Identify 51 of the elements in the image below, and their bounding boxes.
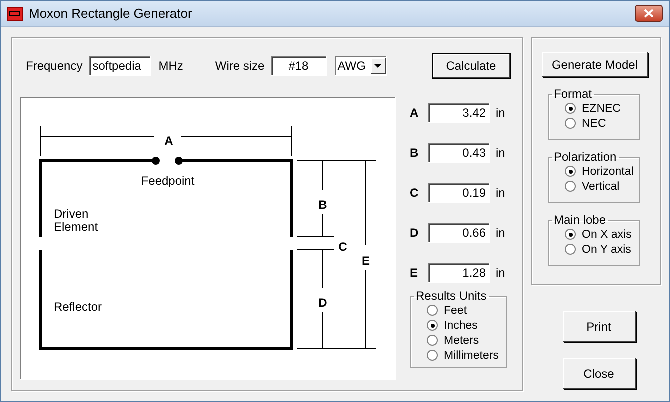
unit-label: in — [496, 266, 506, 280]
dimension-label: D — [318, 296, 328, 310]
dimension-field[interactable]: 3.42 — [428, 103, 490, 123]
radio-option[interactable]: On X axis — [565, 227, 637, 242]
dimension-letter: E — [410, 266, 420, 280]
dimension-label: B — [318, 198, 328, 212]
radio-option[interactable]: Vertical — [565, 179, 637, 194]
frequency-label: Frequency — [26, 59, 83, 73]
dialog-button[interactable]: Print — [562, 311, 636, 342]
frequency-field[interactable]: softpedia — [88, 56, 151, 76]
group-title: Results Units — [415, 289, 488, 303]
dialog-button[interactable]: Close — [562, 358, 636, 389]
feedpoint-label: Feedpoint — [141, 174, 195, 188]
radio-option[interactable]: Feet — [427, 303, 502, 318]
close-icon[interactable] — [635, 5, 663, 22]
dimension-letter: C — [410, 186, 420, 200]
generate-model-button[interactable]: Generate Model — [542, 52, 648, 77]
group-title: Main lobe — [553, 213, 608, 227]
radio-option[interactable]: Horizontal — [565, 164, 637, 179]
dimension-letter: D — [410, 226, 420, 240]
dimension-field[interactable]: 0.66 — [428, 223, 490, 243]
dimension-label: A — [164, 134, 174, 148]
radio-option[interactable]: Millimeters — [427, 348, 502, 363]
radio-option[interactable]: EZNEC — [565, 101, 637, 116]
dimension-label: E — [362, 254, 370, 268]
dimension-label: C — [338, 240, 348, 254]
dimension-field[interactable]: 1.28 — [428, 263, 490, 283]
unit-label: in — [496, 146, 506, 160]
radio-option[interactable]: Meters — [427, 333, 502, 348]
dimension-letter: B — [410, 146, 420, 160]
wire-size-label: Wire size — [215, 59, 265, 73]
group-title: Polarization — [553, 150, 618, 164]
dimension-field[interactable]: 0.19 — [428, 183, 490, 203]
unit-label: in — [496, 106, 506, 120]
dimension-field[interactable]: 0.43 — [428, 143, 490, 163]
radio-option[interactable]: Inches — [427, 318, 502, 333]
radio-option[interactable]: On Y axis — [565, 242, 637, 257]
frequency-unit: MHz — [158, 59, 184, 73]
driven-element-label: Driven Element — [54, 207, 98, 234]
reflector-label: Reflector — [54, 300, 102, 314]
group-title: Format — [553, 87, 594, 101]
unit-label: in — [496, 186, 506, 200]
dropdown-arrow-icon — [374, 64, 382, 68]
window-title: Moxon Rectangle Generator — [29, 6, 194, 21]
unit-label: in — [496, 226, 506, 240]
app-icon — [7, 6, 23, 20]
gauge-dropdown[interactable]: AWG — [334, 56, 387, 76]
calculate-button[interactable]: Calculate — [432, 54, 510, 78]
radio-option[interactable]: NEC — [565, 116, 637, 131]
dimension-letter: A — [410, 106, 420, 120]
wire-size-field[interactable]: #18 — [270, 56, 327, 76]
